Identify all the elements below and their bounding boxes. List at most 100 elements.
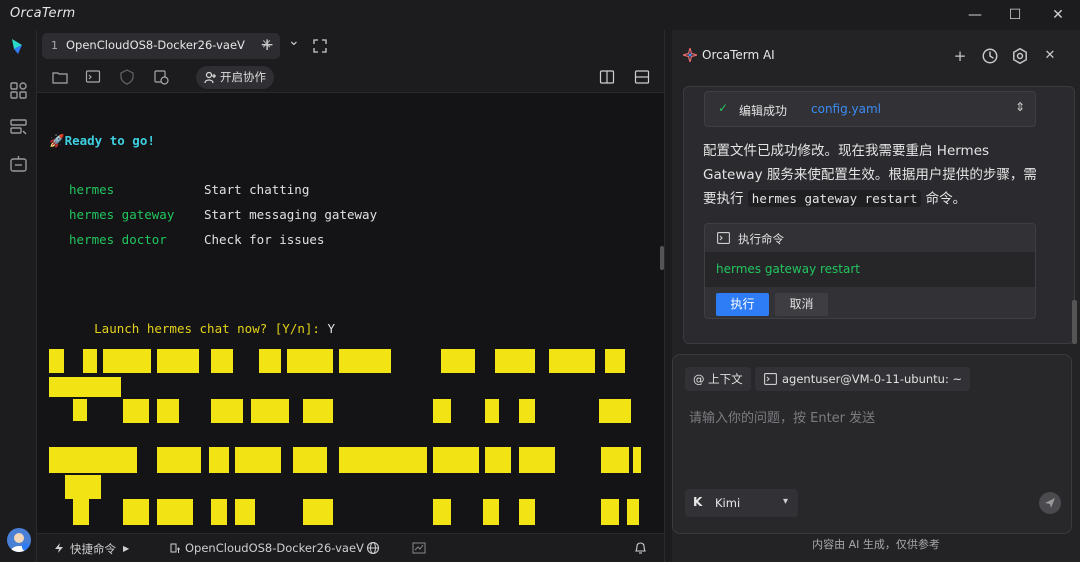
expand-collapse-icon[interactable]: ⇕ [1015,100,1025,114]
command-text: hermes gateway restart [716,262,860,276]
banner-block [519,499,535,525]
ready-message: 🚀Ready to go! [49,133,155,148]
user-avatar[interactable] [7,528,31,552]
globe-icon[interactable] [366,541,380,555]
bell-icon[interactable] [634,541,647,555]
server-list-icon[interactable] [9,118,28,137]
banner-block [49,349,64,373]
banner-block [605,349,625,373]
edit-result-box[interactable]: ✓ 编辑成功 config.yaml ⇕ [704,91,1036,127]
banner-block [251,399,289,423]
minimize-button[interactable]: — [964,4,986,26]
panel-divider[interactable] [664,30,672,562]
record-icon[interactable] [153,69,169,85]
tab-session[interactable]: 1 OpenCloudOS8-Docker26-vaeV × [42,33,280,59]
tab-number: 1 [51,39,58,52]
send-icon [1045,498,1055,508]
banner-block [123,399,149,423]
edit-status: 编辑成功 [739,104,788,118]
launch-prompt: Launch hermes chat now? [Y/n]: [94,321,320,336]
message-text-2: 命令。 [925,191,967,207]
banner-block [73,499,89,525]
ai-sparkle-icon [683,48,697,62]
command-box-title: 执行命令 [738,232,784,246]
model-selector[interactable]: K Kimi ▾ [685,489,798,517]
server-status-icon [170,543,180,553]
banner-block [303,499,333,525]
add-user-icon [204,71,216,84]
shield-icon[interactable] [119,69,135,85]
history-icon[interactable] [981,47,999,65]
banner-block [485,399,499,423]
banner-block [287,349,333,373]
banner-block [599,399,631,423]
run-button[interactable]: 执行 [716,293,769,316]
banner-block [601,499,619,525]
banner-block [293,447,327,473]
cancel-button[interactable]: 取消 [775,293,828,316]
command-line: hermes gateway restart [705,252,1035,287]
tab-dropdown-icon[interactable]: ⌄ [288,33,300,49]
terminal-icon [717,232,730,244]
split-horizontal-icon[interactable] [634,69,650,85]
play-icon[interactable]: ▶ [123,544,129,553]
lightning-icon [55,543,63,553]
command-name: hermes gateway [69,207,175,222]
close-panel-icon[interactable]: ✕ [1041,47,1059,65]
split-vertical-icon[interactable] [599,69,615,85]
banner-block [49,377,121,397]
monitor-chart-icon[interactable] [412,541,426,555]
banner-block [303,399,333,423]
terminal-icon [764,373,777,385]
apps-grid-icon[interactable] [9,81,28,100]
banner-block [83,349,97,373]
quick-command-button[interactable]: 快捷命令 [70,541,116,557]
session-name[interactable]: OpenCloudOS8-Docker26-vaeV [185,541,364,555]
banner-block [157,447,201,473]
banner-block [157,399,179,423]
banner-block [157,349,199,373]
sftp-icon[interactable] [52,69,68,85]
banner-block [211,399,243,423]
banner-block [157,499,193,525]
question-input[interactable]: 请输入你的问题，按 Enter 发送 [689,407,875,426]
ai-panel: OrcaTerm AI + ✕ ✓ 编辑成功 config.yaml ⇕ 配置文… [672,30,1080,562]
banner-block [49,447,137,473]
orcaterm-logo-icon [12,39,22,54]
banner-block [211,349,233,373]
banner-block [209,447,229,473]
model-name: Kimi [715,496,741,510]
terminal-output[interactable]: 🚀Ready to go! hermes Start chatting herm… [37,93,664,533]
send-button[interactable] [1039,492,1061,514]
settings-gear-icon[interactable] [1011,47,1029,65]
command-box-header: 执行命令 [705,224,1035,252]
fullscreen-icon[interactable] [313,39,327,53]
ai-message-text: 配置文件已成功修改。现在我需要重启 Hermes Gateway 服务来使配置生… [703,139,1043,211]
activity-bar [0,30,37,562]
banner-block [627,499,639,525]
banner-block [103,349,151,373]
ai-scrollbar[interactable] [1072,300,1077,344]
ai-robot-icon[interactable] [9,155,28,174]
command-name: hermes doctor [69,232,167,247]
banner-block [235,499,255,525]
maximize-button[interactable]: ☐ [1004,4,1026,26]
command-desc: Start messaging gateway [204,207,378,222]
context-chip[interactable]: @ 上下文 [685,367,751,391]
host-chip[interactable]: agentuser@VM-0-11-ubuntu: ~ [755,367,971,391]
prompt-answer: Y [327,321,335,336]
command-desc: Start chatting [204,182,310,197]
terminal-toolbar: 开启协作 [37,62,664,93]
tmux-icon[interactable] [85,69,101,85]
inline-code: hermes gateway restart [747,190,922,207]
edit-file-link[interactable]: config.yaml [811,102,881,116]
ai-input-box[interactable]: @ 上下文 agentuser@VM-0-11-ubuntu: ~ 请输入你的问… [672,354,1072,534]
collaborate-button[interactable]: 开启协作 [196,66,274,89]
banner-block [65,475,101,499]
ai-header: OrcaTerm AI + ✕ [672,30,1080,82]
ai-disclaimer: 内容由 AI 生成，仅供参考 [812,538,940,551]
new-chat-icon[interactable]: + [951,47,969,65]
banner-block [441,349,475,373]
close-window-button[interactable]: ✕ [1047,4,1069,26]
add-tab-button[interactable]: + [260,35,274,55]
